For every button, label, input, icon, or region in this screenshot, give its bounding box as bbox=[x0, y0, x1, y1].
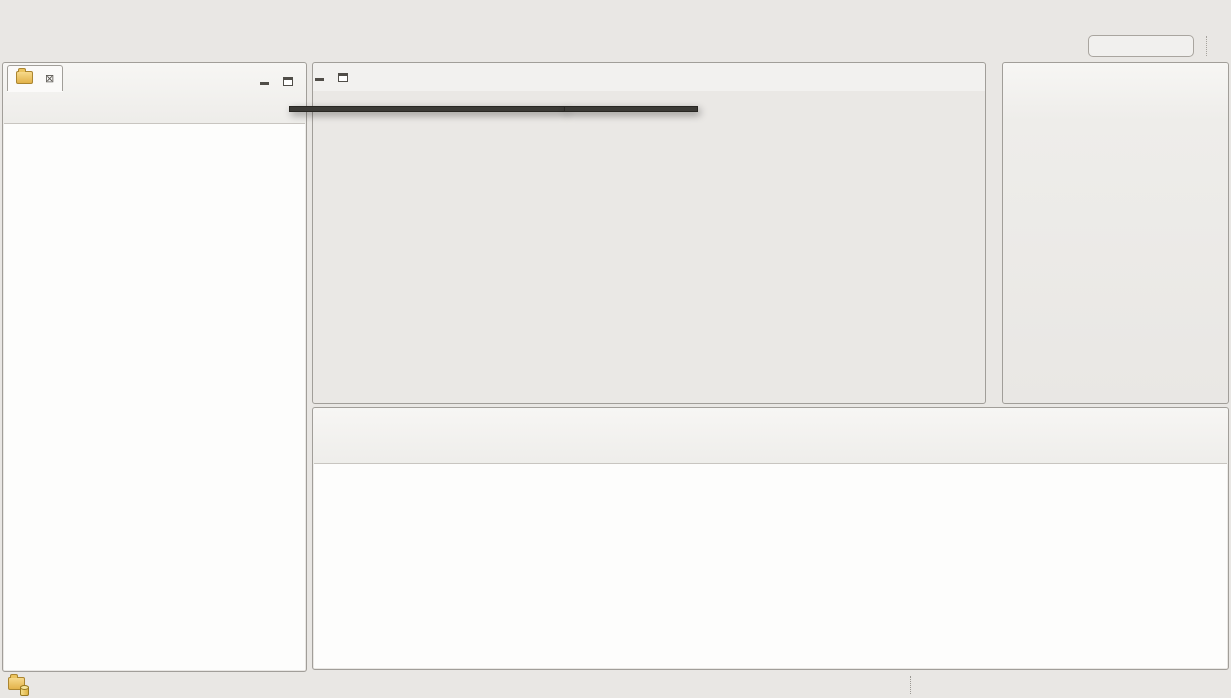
maximize-button[interactable] bbox=[337, 71, 349, 83]
toolbar-separator bbox=[1206, 36, 1207, 56]
close-icon[interactable]: ⊠ bbox=[45, 72, 54, 85]
outline-toolbar bbox=[1003, 91, 1228, 123]
outline-tabbar bbox=[1003, 63, 1228, 91]
editor-area bbox=[312, 62, 986, 404]
maximize-button[interactable] bbox=[282, 75, 294, 87]
minimize-button[interactable] bbox=[258, 75, 270, 87]
tab-project-explorer[interactable]: ⊠ bbox=[7, 65, 64, 91]
bottom-tabbar bbox=[313, 408, 1228, 436]
minimize-button[interactable] bbox=[313, 71, 325, 83]
status-bar bbox=[0, 672, 1231, 698]
bottom-panel bbox=[312, 407, 1229, 670]
status-folder-icon bbox=[8, 674, 29, 696]
project-explorer-icon bbox=[16, 67, 33, 87]
git-repositories-toolbar bbox=[313, 436, 1228, 463]
project-explorer-tabbar: ⊠ bbox=[3, 63, 306, 91]
quick-access-input[interactable] bbox=[1088, 35, 1194, 57]
eclipse-workbench: { "colors": { "window_bg": "#e9e7e4", "s… bbox=[0, 0, 1231, 698]
project-explorer-toolbar bbox=[3, 91, 306, 123]
status-separator bbox=[910, 676, 911, 694]
git-repositories-list bbox=[314, 463, 1227, 668]
context-menu bbox=[289, 106, 566, 112]
outline-message bbox=[1003, 123, 1228, 143]
project-explorer-panel: ⊠ bbox=[2, 62, 307, 672]
context-submenu bbox=[564, 106, 698, 112]
secondary-toolbar bbox=[0, 30, 1231, 62]
main-toolbar bbox=[0, 0, 1231, 30]
project-explorer-tree bbox=[4, 123, 305, 670]
outline-panel bbox=[1002, 62, 1229, 404]
